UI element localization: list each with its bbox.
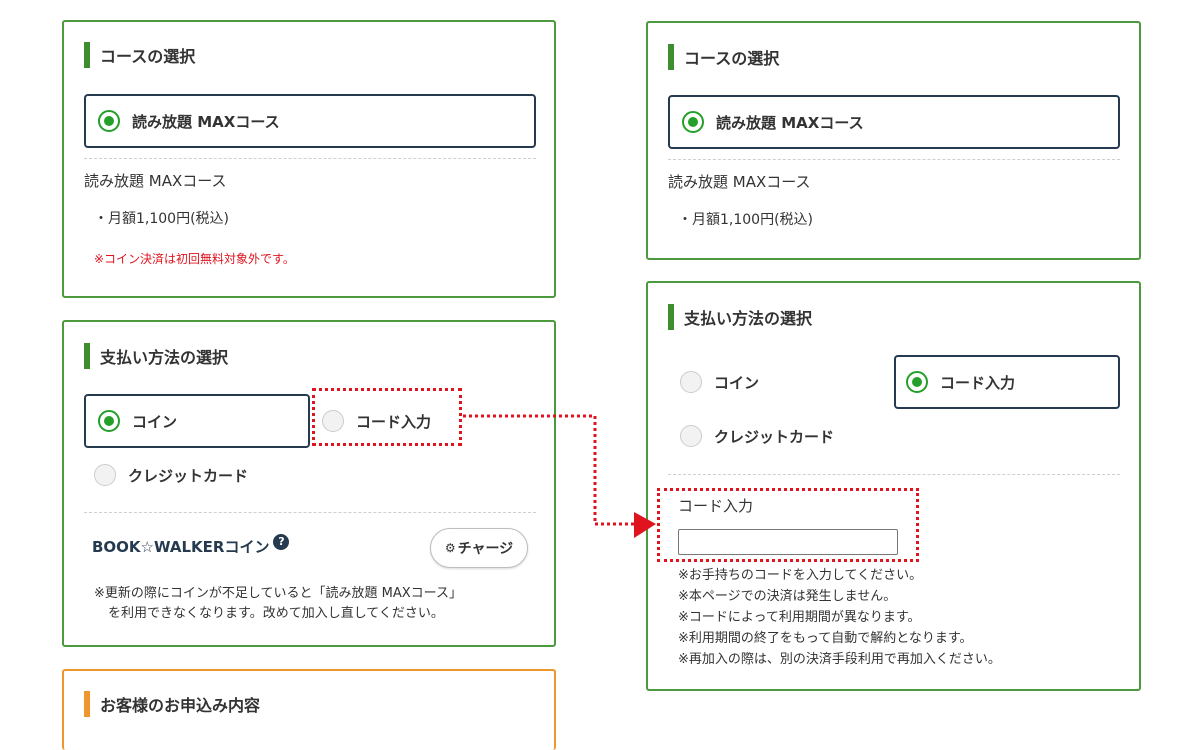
annotation-connector-line <box>463 414 634 526</box>
arrow-right-icon <box>463 414 656 538</box>
annotation-arrowhead <box>634 512 656 538</box>
